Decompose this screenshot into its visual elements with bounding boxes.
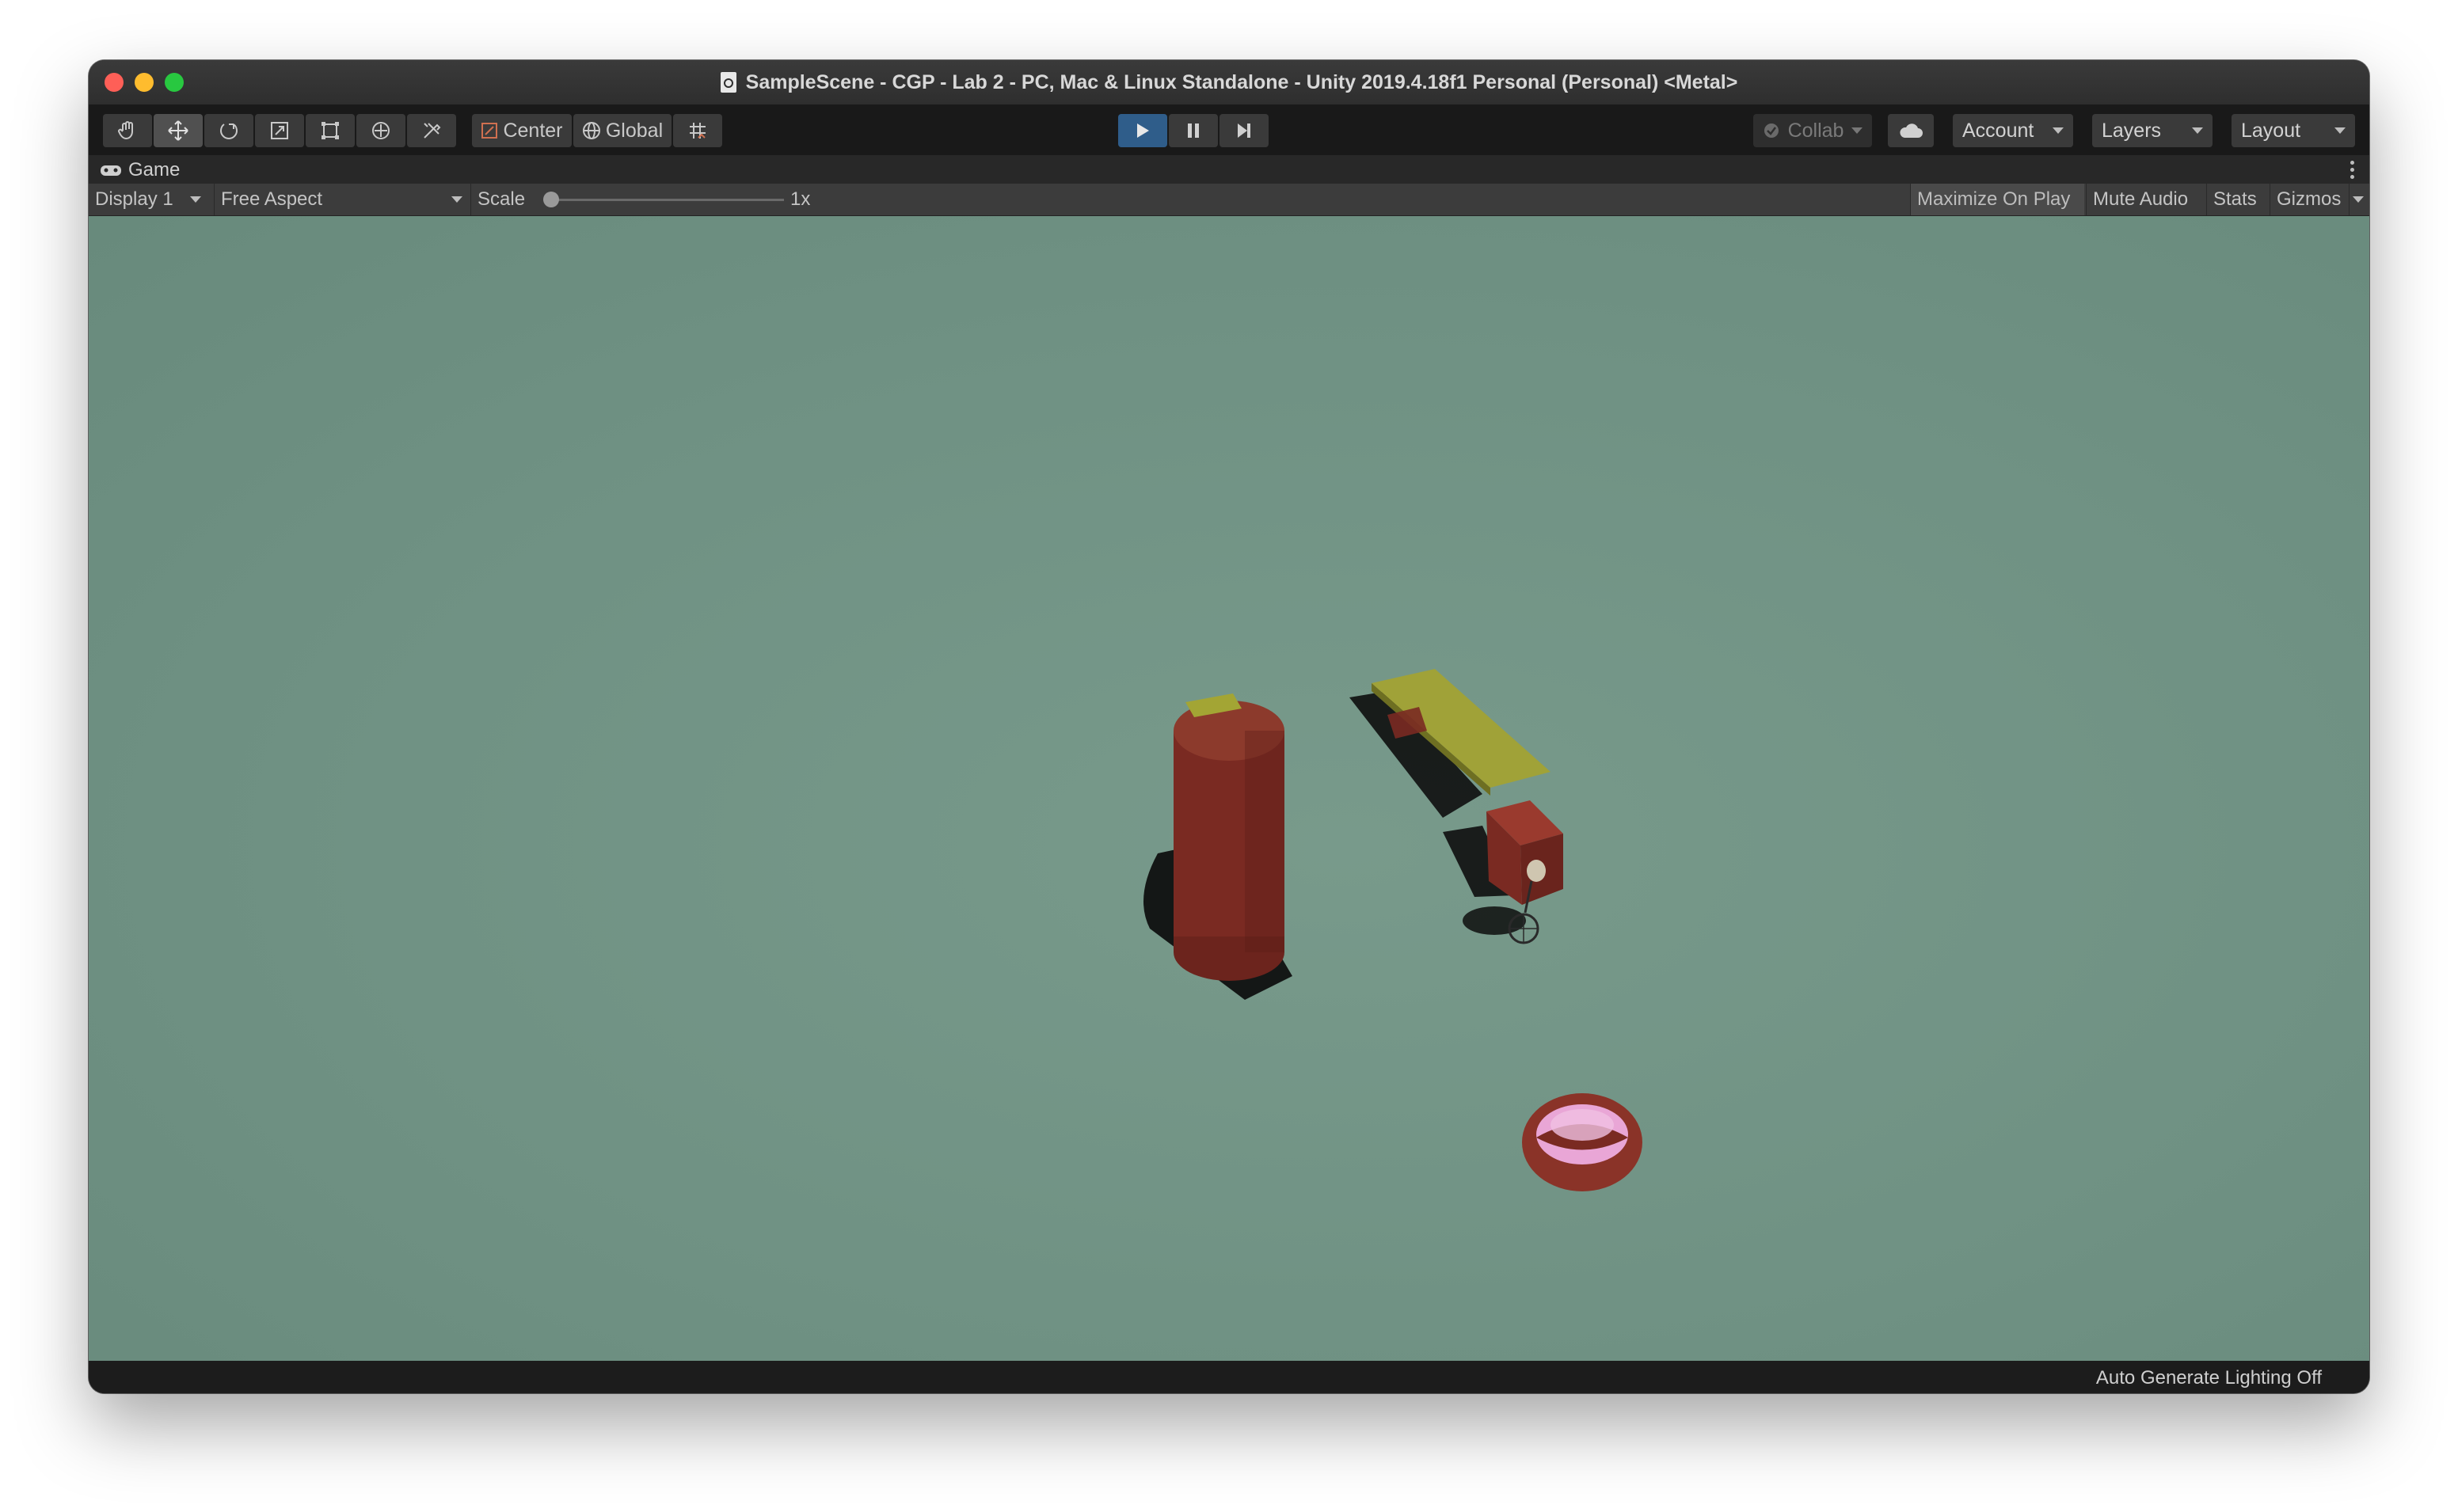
globe-icon [582, 122, 600, 139]
window-title: SampleScene - CGP - Lab 2 - PC, Mac & Li… [745, 70, 1738, 93]
unity-window: SampleScene - CGP - Lab 2 - PC, Mac & Li… [89, 60, 2369, 1393]
gamepad-icon [101, 165, 121, 176]
scale-value: 1x [790, 188, 811, 210]
cloud-button[interactable] [1888, 114, 1934, 147]
scale-slider-thumb[interactable] [543, 192, 559, 207]
scale-label: Scale [478, 188, 526, 210]
layers-caret-icon [2192, 127, 2203, 134]
red-cylinder [1174, 701, 1284, 981]
gizmos-label: Gizmos [2277, 188, 2342, 210]
mute-label: Mute Audio [2093, 188, 2189, 210]
layout-dropdown[interactable]: Layout [2232, 114, 2355, 147]
collab-label: Collab [1787, 119, 1844, 142]
move-arrows-icon [168, 120, 188, 141]
pivot-center-icon [481, 123, 498, 139]
display-label: Display 1 [95, 188, 173, 210]
game-tab-bar: Game [89, 155, 2369, 184]
play-icon [1137, 123, 1149, 138]
layers-label: Layers [2102, 119, 2162, 142]
window-title-group: SampleScene - CGP - Lab 2 - PC, Mac & Li… [89, 60, 2369, 104]
aspect-caret-icon [451, 196, 462, 203]
title-bar[interactable]: SampleScene - CGP - Lab 2 - PC, Mac & Li… [89, 60, 2369, 105]
tab-game[interactable]: Game [100, 158, 180, 182]
pivot-mode-button[interactable]: Center [472, 114, 572, 147]
tab-menu-icon[interactable] [2350, 161, 2355, 179]
gizmos-caret-icon [2353, 196, 2364, 203]
rect-tool-button[interactable] [306, 114, 355, 147]
layout-label: Layout [2241, 119, 2301, 142]
cloud-icon [1900, 123, 1923, 138]
status-bar: Auto Generate Lighting Off [89, 1361, 2369, 1393]
step-icon [1238, 123, 1250, 138]
mute-audio-toggle[interactable]: Mute Audio [2086, 184, 2205, 215]
main-toolbar: Center Global Collab Account Layers Layo… [89, 104, 2369, 155]
play-controls [1118, 114, 1269, 147]
collab-dropdown[interactable]: Collab [1753, 114, 1872, 147]
move-tool-button[interactable] [154, 114, 203, 147]
game-tab-label: Game [128, 159, 181, 180]
account-dropdown[interactable]: Account [1953, 114, 2073, 147]
stats-label: Stats [2213, 188, 2257, 210]
scale-slider-track[interactable] [550, 199, 784, 201]
play-button[interactable] [1118, 114, 1167, 147]
red-bowl [1522, 1093, 1642, 1191]
stats-toggle[interactable]: Stats [2206, 184, 2268, 215]
pivot-mode-label: Center [503, 119, 563, 142]
pause-icon [1188, 123, 1199, 138]
display-caret-icon [190, 196, 201, 203]
grid-snap-icon [690, 123, 706, 139]
figure-shadow [1463, 906, 1526, 935]
scale-value-group: 1x [784, 184, 831, 215]
display-dropdown[interactable]: Display 1 [89, 184, 207, 215]
unity-document-icon [720, 72, 736, 93]
pause-button[interactable] [1169, 114, 1218, 147]
grid-snap-button[interactable] [673, 114, 722, 147]
lighting-status-text[interactable]: Auto Generate Lighting Off [2096, 1367, 2322, 1389]
maximize-on-play-toggle[interactable]: Maximize On Play [1910, 184, 2084, 215]
layout-caret-icon [2334, 127, 2346, 134]
rotate-tool-button[interactable] [204, 114, 253, 147]
layers-dropdown[interactable]: Layers [2092, 114, 2213, 147]
collab-caret-icon [1851, 127, 1863, 134]
pivot-rotation-label: Global [605, 119, 664, 142]
scene-render [1143, 669, 1642, 1191]
transform-tool-button[interactable] [356, 114, 405, 147]
game-view-toolbar: Display 1 Free Aspect Scale 1x Maximize … [89, 184, 2369, 216]
account-label: Account [1962, 119, 2034, 142]
game-viewport[interactable] [89, 216, 2369, 1361]
hand-icon [118, 121, 133, 140]
gizmos-toggle[interactable]: Gizmos [2270, 184, 2349, 215]
scale-icon [271, 122, 288, 139]
pivot-rotation-button[interactable]: Global [573, 114, 672, 147]
gizmos-dropdown[interactable] [2349, 184, 2369, 215]
scale-tool-button[interactable] [255, 114, 304, 147]
pivot-group: Center Global [472, 114, 722, 147]
aspect-dropdown[interactable]: Free Aspect [214, 184, 469, 215]
combined-transform-icon [372, 122, 390, 139]
rotate-icon [220, 123, 238, 139]
account-caret-icon [2053, 127, 2064, 134]
step-button[interactable] [1219, 114, 1269, 147]
rect-transform-icon [322, 122, 339, 139]
tools-icon [424, 123, 441, 139]
hand-tool-button[interactable] [103, 114, 152, 147]
aspect-label: Free Aspect [221, 188, 323, 210]
transform-tools [103, 114, 456, 147]
check-circle-icon [1764, 123, 1779, 138]
custom-tool-button[interactable] [407, 114, 456, 147]
maximize-label: Maximize On Play [1917, 188, 2071, 210]
